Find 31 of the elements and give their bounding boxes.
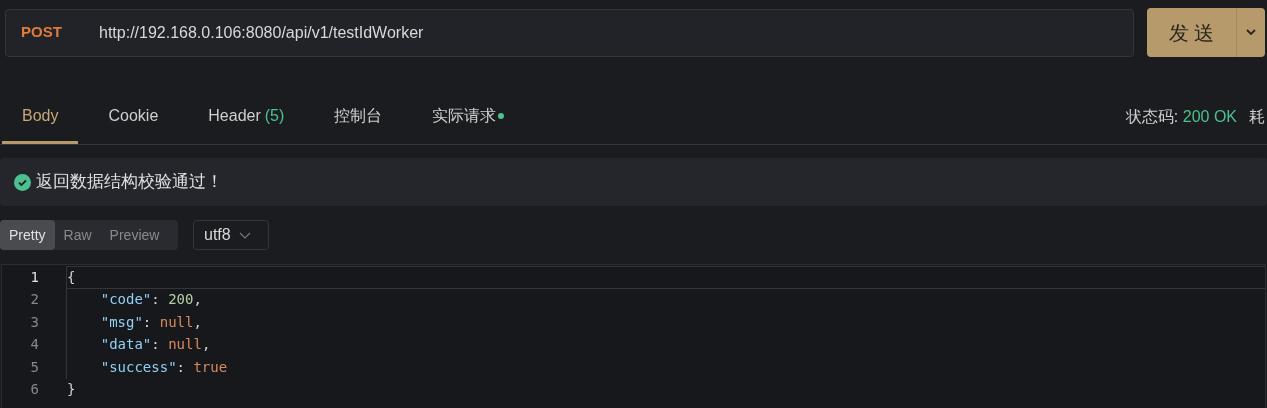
tab[interactable]: Header (5) bbox=[188, 90, 305, 144]
url-text: http://192.168.0.106:8080/api/v1/testIdWorker bbox=[99, 22, 424, 43]
chevron-down-icon bbox=[238, 231, 251, 239]
tab[interactable]: 控制台 bbox=[314, 90, 403, 144]
caret-icon bbox=[1246, 29, 1256, 36]
send-button[interactable]: 发 送 bbox=[1147, 8, 1236, 57]
line-number: 5 bbox=[29, 357, 40, 377]
view-mode-tab[interactable]: Preview bbox=[100, 220, 169, 250]
line-number: 2 bbox=[29, 290, 40, 310]
line-number: 1 bbox=[29, 267, 40, 287]
code-line: } bbox=[66, 380, 77, 400]
line-number: 4 bbox=[29, 335, 40, 355]
encoding-select[interactable]: utf8 bbox=[193, 220, 269, 250]
validation-message: 返回数据结构校验通过！ bbox=[36, 171, 223, 194]
tab[interactable]: 实际请求 bbox=[412, 90, 525, 144]
url-field[interactable]: POST http://192.168.0.106:8080/api/v1/testIdWorker bbox=[5, 8, 1134, 57]
code-line: { bbox=[66, 266, 1265, 289]
line-number: 6 bbox=[29, 380, 40, 400]
code-line: "data": null, bbox=[66, 333, 1265, 356]
tab[interactable]: Cookie bbox=[88, 90, 179, 144]
method-label: POST bbox=[21, 22, 63, 43]
line-number: 3 bbox=[29, 312, 40, 332]
check-circle-icon bbox=[14, 173, 31, 191]
view-mode-tab[interactable]: Raw bbox=[54, 220, 101, 250]
code-line: "code": 200, bbox=[66, 288, 1265, 311]
elapsed-label: 耗 bbox=[1249, 107, 1265, 127]
status-code: 状态码: 200 OK bbox=[1125, 107, 1237, 127]
code-line: "msg": null, bbox=[66, 311, 1265, 334]
view-mode-tab[interactable]: Pretty bbox=[0, 220, 55, 250]
code-line: "success": true bbox=[66, 356, 1265, 379]
tab[interactable]: Body bbox=[2, 90, 79, 144]
